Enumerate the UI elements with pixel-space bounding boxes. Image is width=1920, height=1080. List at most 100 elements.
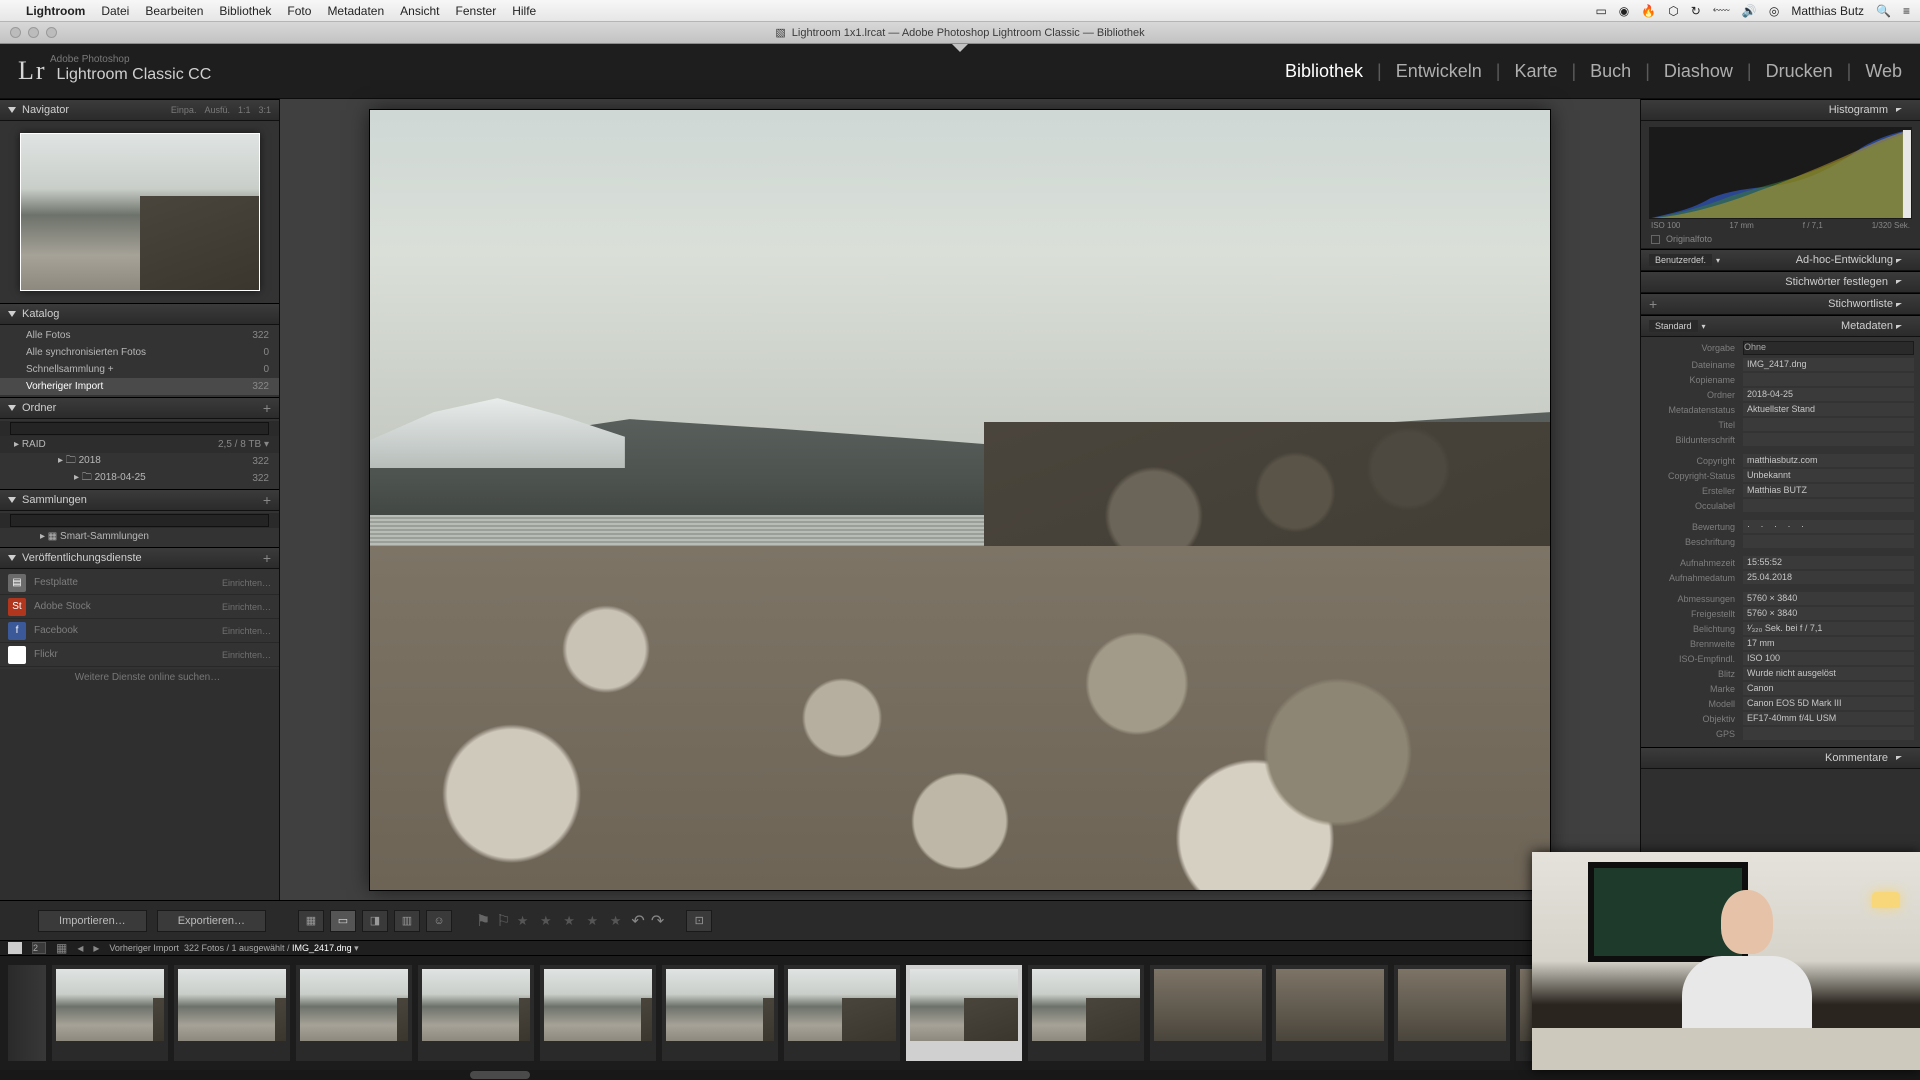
metadata-row[interactable]: Abmessungen5760 × 3840	[1641, 591, 1920, 606]
metadata-row[interactable]: MetadatenstatusAktuellster Stand	[1641, 402, 1920, 417]
rotate-cw-icon[interactable]: ↷	[651, 911, 664, 931]
crumb-source[interactable]: Vorheriger Import	[109, 943, 179, 953]
ordner-add-icon[interactable]: +	[263, 400, 271, 416]
menu-fenster[interactable]: Fenster	[456, 4, 497, 18]
publish-more-link[interactable]: Weitere Dienste online suchen…	[0, 669, 279, 686]
sammlungen-add-icon[interactable]: +	[263, 492, 271, 508]
filmstrip-stack-left[interactable]	[8, 965, 46, 1061]
publish-add-icon[interactable]: +	[263, 550, 271, 566]
metadata-row[interactable]: Freigestellt5760 × 3840	[1641, 606, 1920, 621]
katalog-row[interactable]: Alle synchronisierten Fotos0	[0, 344, 279, 361]
meta-preset-select[interactable]: Ohne	[1743, 341, 1914, 355]
filmstrip-thumb[interactable]	[1394, 965, 1510, 1061]
view-survey-button[interactable]: ▥	[394, 910, 420, 932]
menu-bearbeiten[interactable]: Bearbeiten	[145, 4, 203, 18]
menu-ansicht[interactable]: Ansicht	[400, 4, 439, 18]
metadata-row[interactable]: Copyright-StatusUnbekannt	[1641, 468, 1920, 483]
navigator-header[interactable]: Navigator Einpa. Ausfü. 1:1 3:1	[0, 99, 279, 121]
filmstrip-scrollbar[interactable]	[0, 1070, 1920, 1080]
nav-3to1[interactable]: 3:1	[258, 105, 271, 115]
metadata-row[interactable]: DateinameIMG_2417.dng	[1641, 357, 1920, 372]
view-compare-button[interactable]: ◨	[362, 910, 388, 932]
status-user[interactable]: Matthias Butz	[1791, 4, 1864, 18]
metadata-row[interactable]: GPS	[1641, 726, 1920, 741]
loupe-image[interactable]	[370, 110, 1550, 890]
metadata-header[interactable]: Standard▾ Metadaten	[1641, 315, 1920, 337]
filmstrip-thumb[interactable]	[784, 965, 900, 1061]
module-drucken[interactable]: Drucken	[1766, 61, 1833, 82]
flag-pick-icon[interactable]: ⚑	[476, 911, 490, 931]
status-notification-icon[interactable]: ≡	[1903, 4, 1910, 18]
status-backblaze-icon[interactable]: 🔥	[1641, 4, 1656, 18]
meta-rating-stars[interactable]: · · · · ·	[1743, 520, 1914, 533]
katalog-row[interactable]: Schnellsammlung +0	[0, 361, 279, 378]
flag-reject-icon[interactable]: ⚐	[496, 911, 510, 931]
metadata-row[interactable]: ErstellerMatthias BUTZ	[1641, 483, 1920, 498]
module-diashow[interactable]: Diashow	[1664, 61, 1733, 82]
metadata-row[interactable]: Brennweite17 mm	[1641, 636, 1920, 651]
module-web[interactable]: Web	[1865, 61, 1902, 82]
originalfoto-check[interactable]: Originalfoto	[1641, 230, 1920, 249]
status-dropbox-icon[interactable]: ⬡	[1668, 4, 1678, 18]
loupe-view[interactable]	[280, 99, 1640, 900]
keywording-header[interactable]: Stichwörter festlegen	[1641, 271, 1920, 293]
status-timemachine-icon[interactable]: ↻	[1691, 4, 1701, 18]
folder-filter-input[interactable]	[10, 422, 269, 435]
histogram-header[interactable]: Histogramm	[1641, 99, 1920, 121]
publish-service-row[interactable]: ••FlickrEinrichten…	[0, 643, 279, 667]
metadata-row[interactable]: Beschriftung	[1641, 534, 1920, 549]
status-volume-icon[interactable]: 🔊	[1742, 4, 1757, 18]
volume-row[interactable]: ▸ RAID 2,5 / 8 TB ▾	[0, 436, 279, 453]
module-bibliothek[interactable]: Bibliothek	[1285, 61, 1363, 82]
menu-metadaten[interactable]: Metadaten	[327, 4, 384, 18]
metadata-row[interactable]: Titel	[1641, 417, 1920, 432]
nav-1to1[interactable]: 1:1	[238, 105, 251, 115]
filmstrip-thumb[interactable]	[1272, 965, 1388, 1061]
module-entwickeln[interactable]: Entwickeln	[1396, 61, 1482, 82]
filmstrip-thumb[interactable]	[1150, 965, 1266, 1061]
filmstrip-thumb[interactable]	[906, 965, 1022, 1061]
keywordlist-header[interactable]: +Stichwortliste	[1641, 293, 1920, 315]
metadata-row[interactable]: BlitzWurde nicht ausgelöst	[1641, 666, 1920, 681]
publish-service-row[interactable]: fFacebookEinrichten…	[0, 619, 279, 643]
menu-datei[interactable]: Datei	[101, 4, 129, 18]
navigator-preview[interactable]	[20, 133, 260, 291]
status-siri-icon[interactable]: ◎	[1769, 4, 1779, 18]
filmstrip-thumb[interactable]	[52, 965, 168, 1061]
quickdev-header[interactable]: Benutzerdef.▾ Ad-hoc-Entwicklung	[1641, 249, 1920, 271]
menu-foto[interactable]: Foto	[287, 4, 311, 18]
metadata-row[interactable]: Occulabel	[1641, 498, 1920, 513]
filmstrip-thumb[interactable]	[296, 965, 412, 1061]
folder-row[interactable]: ▸ 🗀 2018-04-25322	[0, 470, 279, 487]
face-tag-button[interactable]: ⊡	[686, 910, 712, 932]
export-button[interactable]: Exportieren…	[157, 910, 266, 932]
nav-fit[interactable]: Einpa.	[171, 105, 197, 115]
metadata-row[interactable]: Aufnahmedatum25.04.2018	[1641, 570, 1920, 585]
rotate-ccw-icon[interactable]: ↶	[631, 911, 644, 931]
publish-service-row[interactable]: StAdobe StockEinrichten…	[0, 595, 279, 619]
menu-bibliothek[interactable]: Bibliothek	[219, 4, 271, 18]
keyword-add-icon[interactable]: +	[1649, 296, 1657, 312]
collection-filter-input[interactable]	[10, 514, 269, 527]
view-loupe-button[interactable]: ▭	[330, 910, 356, 932]
import-button[interactable]: Importieren…	[38, 910, 147, 932]
metadata-row[interactable]: Aufnahmezeit15:55:52	[1641, 555, 1920, 570]
metadata-row[interactable]: ModellCanon EOS 5D Mark III	[1641, 696, 1920, 711]
grid-grow-icon[interactable]: ▦	[56, 941, 67, 955]
katalog-row[interactable]: Alle Fotos322	[0, 327, 279, 344]
nav-back-icon[interactable]: ◂	[77, 941, 83, 955]
nav-fill[interactable]: Ausfü.	[204, 105, 230, 115]
window-traffic-lights[interactable]	[10, 27, 57, 38]
sammlungen-header[interactable]: Sammlungen+	[0, 489, 279, 511]
smart-collections-row[interactable]: ▸ ▦ Smart-Sammlungen	[0, 528, 279, 545]
menu-hilfe[interactable]: Hilfe	[512, 4, 536, 18]
katalog-row[interactable]: Vorheriger Import322	[0, 378, 279, 395]
metadata-row[interactable]: Bildunterschrift	[1641, 432, 1920, 447]
metadata-row[interactable]: ObjektivEF17-40mm f/4L USM	[1641, 711, 1920, 726]
status-cc-icon[interactable]: ◉	[1619, 4, 1629, 18]
metadata-row[interactable]: ISO-Empfindl.ISO 100	[1641, 651, 1920, 666]
metadata-row[interactable]: MarkeCanon	[1641, 681, 1920, 696]
rating-stars[interactable]: ★ ★ ★ ★ ★	[517, 913, 626, 929]
main-display-icon[interactable]	[8, 942, 22, 954]
module-buch[interactable]: Buch	[1590, 61, 1631, 82]
